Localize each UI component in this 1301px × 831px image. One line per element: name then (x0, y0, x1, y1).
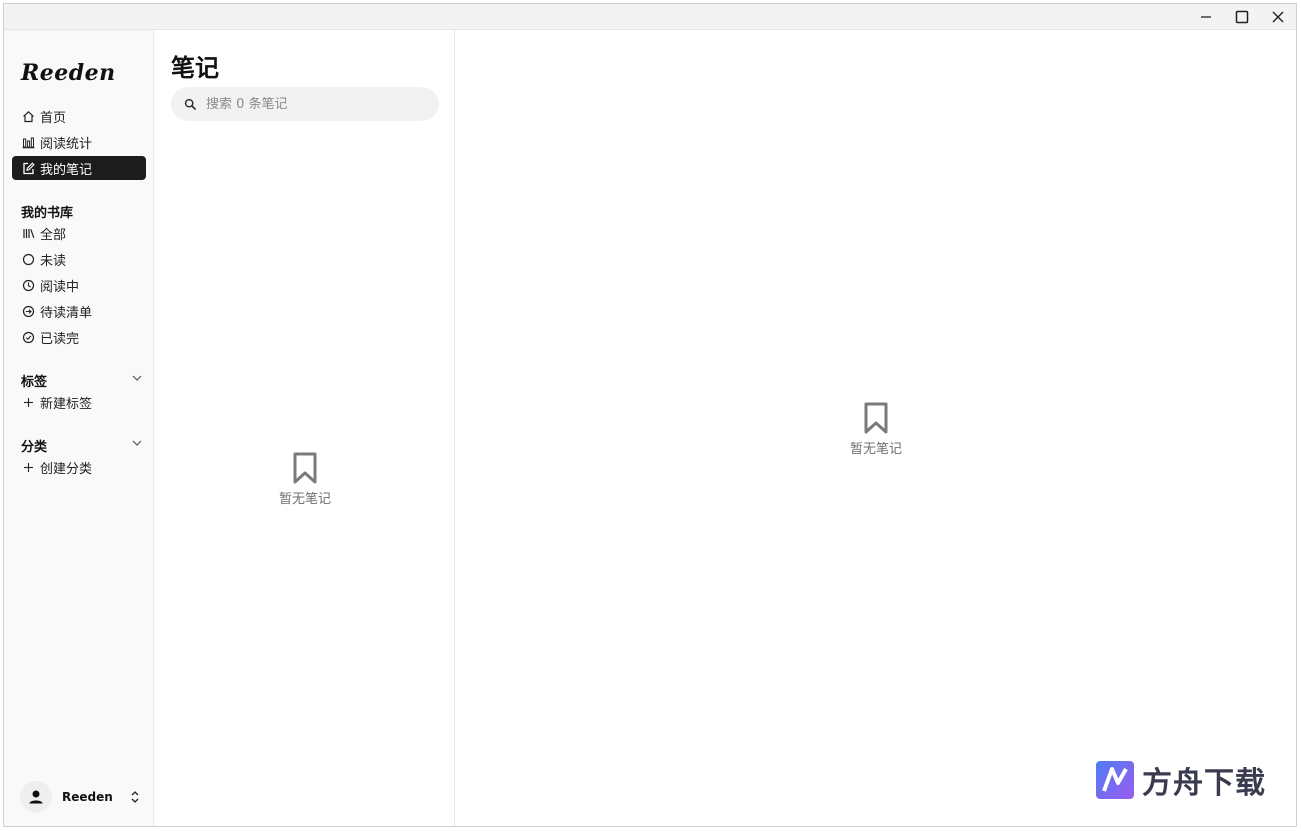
maximize-button[interactable] (1224, 4, 1260, 30)
nav-item-label: 我的笔记 (40, 162, 93, 178)
tags-section-title: 标签 (21, 375, 48, 390)
avatar (20, 781, 52, 813)
user-name: Reeden (62, 790, 113, 804)
watermark: 方舟下载 (1094, 758, 1266, 802)
plus-icon (21, 460, 35, 474)
close-button[interactable] (1260, 4, 1296, 30)
library-item-unread[interactable]: 未读 (12, 247, 146, 271)
library-item-reading[interactable]: 阅读中 (12, 273, 146, 297)
search-icon (184, 98, 197, 110)
library-item-label: 全部 (40, 227, 67, 243)
stats-icon (21, 135, 35, 149)
bookmark-icon (293, 452, 317, 484)
app-window: Reeden 首页 阅读统计 我的笔记 我的书库 全部 未读 阅读中 待读清单 … (3, 3, 1297, 827)
arrow-circle-icon (21, 304, 35, 318)
page-title: 笔记 (171, 54, 219, 82)
check-circle-icon (21, 330, 35, 344)
library-item-label: 阅读中 (40, 279, 80, 295)
nav-item-label: 阅读统计 (40, 136, 93, 152)
library-section-title: 我的书库 (21, 206, 74, 221)
plus-icon (21, 395, 35, 409)
title-bar[interactable] (4, 4, 1296, 30)
watermark-text: 方舟下载 (1142, 766, 1266, 801)
new-category-label: 创建分类 (40, 461, 93, 477)
notes-list-panel: 笔记 暂无笔记 (155, 30, 455, 826)
library-item-all[interactable]: 全部 (12, 221, 146, 245)
nav-item-notes[interactable]: 我的笔记 (12, 156, 146, 180)
nav-item-label: 首页 (40, 110, 67, 126)
notes-empty-state: 暂无笔记 (265, 452, 345, 507)
empty-text: 暂无笔记 (849, 442, 902, 457)
maximize-icon (1235, 10, 1249, 24)
close-icon (1272, 11, 1284, 23)
detail-empty-state: 暂无笔记 (836, 402, 916, 457)
user-icon (29, 790, 43, 804)
new-tag-label: 新建标签 (40, 396, 93, 412)
books-icon (21, 226, 35, 240)
library-item-label: 待读清单 (40, 305, 93, 321)
categories-chevron-down-icon[interactable] (130, 436, 144, 450)
app-logo: Reeden (21, 60, 116, 86)
tags-chevron-down-icon[interactable] (130, 371, 144, 385)
search-box[interactable] (171, 87, 439, 121)
watermark-logo-icon (1096, 761, 1134, 799)
note-edit-icon (21, 161, 35, 175)
library-item-label: 未读 (40, 253, 67, 269)
minimize-button[interactable] (1188, 4, 1224, 30)
chevron-up-down-icon[interactable] (128, 790, 142, 804)
clock-icon (21, 278, 35, 292)
library-item-to-read[interactable]: 待读清单 (12, 299, 146, 323)
search-input[interactable] (206, 96, 426, 112)
categories-section-title: 分类 (21, 440, 48, 455)
note-detail-panel: 暂无笔记 (456, 30, 1296, 826)
library-item-finished[interactable]: 已读完 (12, 325, 146, 349)
nav-item-stats[interactable]: 阅读统计 (12, 130, 146, 154)
window-controls (1188, 4, 1296, 30)
circle-icon (21, 252, 35, 266)
empty-text: 暂无笔记 (278, 492, 331, 507)
bookmark-icon (864, 402, 888, 434)
new-tag-button[interactable]: 新建标签 (12, 390, 146, 414)
home-icon (21, 109, 35, 123)
minimize-icon (1201, 16, 1211, 18)
library-item-label: 已读完 (40, 331, 80, 347)
nav-item-home[interactable]: 首页 (12, 104, 146, 128)
new-category-button[interactable]: 创建分类 (12, 455, 146, 479)
user-menu[interactable]: Reeden (20, 780, 142, 814)
sidebar: Reeden 首页 阅读统计 我的笔记 我的书库 全部 未读 阅读中 待读清单 … (4, 30, 154, 826)
